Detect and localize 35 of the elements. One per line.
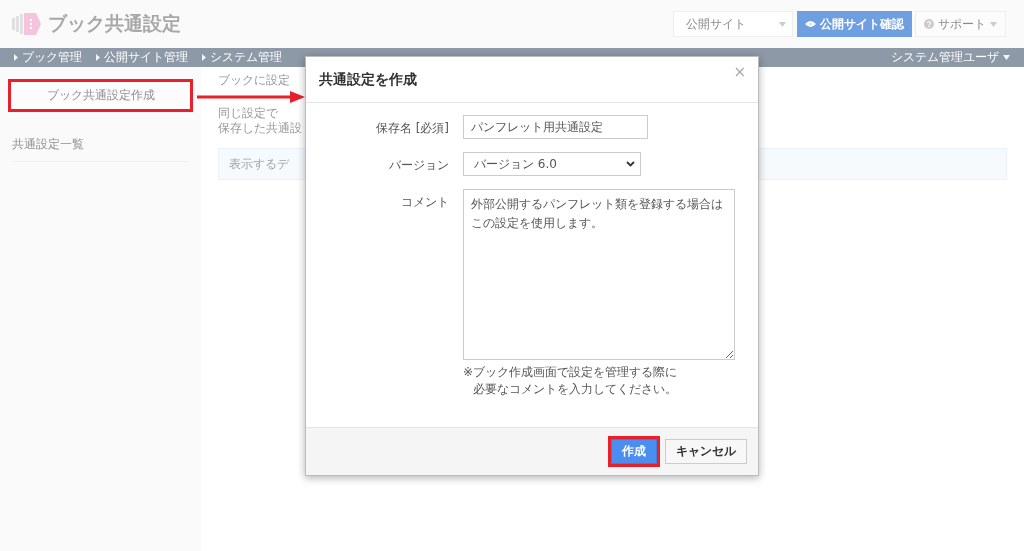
- triangle-icon: [202, 54, 206, 61]
- dialog-title: 共通設定を作成: [319, 70, 417, 89]
- create-button[interactable]: 作成: [611, 439, 657, 464]
- triangle-icon: [96, 54, 100, 61]
- cancel-button[interactable]: キャンセル: [665, 439, 747, 464]
- intro-text: 保存した共通設: [218, 121, 302, 136]
- intro-text: 同じ設定で: [218, 106, 278, 121]
- logo-icon: [12, 12, 42, 36]
- view-site-button[interactable]: 公開サイト確認: [797, 11, 912, 37]
- comment-field[interactable]: 外部公開するパンフレット類を登録する場合はこの設定を使用します。: [463, 189, 735, 360]
- support-menu[interactable]: サポート: [915, 11, 1006, 37]
- field-label: コメント: [400, 194, 449, 211]
- caret-icon: [1003, 55, 1010, 60]
- nav-link[interactable]: 公開サイト管理: [96, 49, 188, 66]
- chevron-icon: [626, 161, 635, 167]
- name-field[interactable]: パンフレット用共通設定: [463, 115, 648, 139]
- hint-text: 必要なコメントを入力してください。: [473, 381, 677, 399]
- version-select[interactable]: バージョン 6.0: [463, 152, 641, 176]
- field-label: バージョン: [388, 157, 449, 174]
- close-button[interactable]: ×: [733, 63, 746, 81]
- help-icon: [924, 19, 934, 29]
- triangle-icon: [14, 54, 18, 61]
- section-title: 共通設定一覧: [12, 136, 189, 162]
- caret-icon: [779, 21, 786, 27]
- app-title: ブック共通設定: [48, 11, 182, 36]
- site-select[interactable]: 公開サイト: [673, 11, 793, 37]
- field-label: 保存名 [必須]: [374, 120, 449, 137]
- hint-text: ※ブック作成画面で設定を管理する際に: [463, 364, 678, 381]
- eye-icon: [805, 20, 816, 28]
- create-setting-button[interactable]: ブック共通設定作成: [8, 79, 193, 112]
- user-menu[interactable]: システム管理ユーザ: [891, 49, 1010, 66]
- caret-icon: [990, 21, 997, 27]
- intro-text: ブックに設定: [218, 73, 290, 88]
- nav-link[interactable]: システム管理: [202, 49, 282, 66]
- nav-link[interactable]: ブック管理: [14, 49, 82, 66]
